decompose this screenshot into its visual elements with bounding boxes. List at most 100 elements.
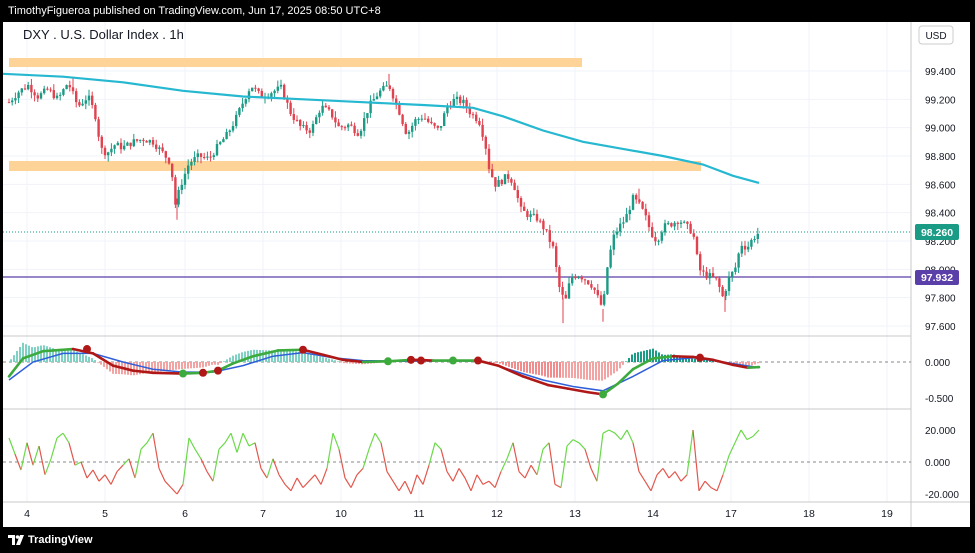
oscillator-segment — [254, 442, 262, 469]
candle-body — [203, 156, 206, 158]
candle-body — [116, 142, 119, 146]
candle-body — [52, 90, 55, 99]
macd-histogram-bar — [643, 350, 645, 362]
candle-body — [87, 95, 91, 101]
oscillator-segment — [512, 442, 520, 472]
time-axis[interactable]: 4 5 6 7 10 11 12 13 14 17 18 19 — [24, 508, 893, 520]
resistance-zone[interactable] — [9, 58, 582, 67]
candle-body — [225, 132, 228, 140]
oscillator-segment — [326, 433, 334, 469]
macd-histogram-bar — [328, 358, 330, 362]
time-tick-label: 13 — [569, 508, 581, 520]
candle-body — [507, 174, 510, 179]
candlestick-series[interactable] — [7, 73, 759, 324]
macd-histogram-bar — [640, 351, 642, 362]
candle-body — [532, 213, 535, 215]
candle-body — [91, 95, 94, 105]
candle-body — [756, 233, 759, 239]
chart-area[interactable]: DXY . U.S. Dollar Index . 1h USD 99.400 9… — [2, 22, 970, 527]
oscillator-segment — [674, 471, 682, 482]
oscillator-segment — [686, 429, 694, 475]
time-tick-label: 6 — [182, 508, 188, 520]
macd-histogram-bar — [73, 350, 75, 362]
candle-body — [619, 223, 622, 232]
candle-body — [439, 126, 443, 128]
oscillator-segment — [104, 474, 112, 485]
chart-svg[interactable]: DXY . U.S. Dollar Index . 1h USD 99.400 9… — [2, 22, 970, 527]
candle-body — [497, 180, 500, 187]
oscillator-segment — [710, 487, 718, 492]
macd-cross-dot — [179, 369, 187, 378]
candle-body — [158, 147, 161, 149]
candle-body — [683, 221, 686, 223]
support-zone[interactable] — [9, 161, 701, 171]
candle-body — [302, 125, 305, 127]
candle-body — [363, 118, 366, 131]
candle-body — [94, 104, 97, 120]
candle-body — [734, 267, 737, 272]
macd-cross-dot — [474, 356, 482, 365]
oscillator-segment — [728, 442, 736, 456]
macd-histogram-bar — [193, 362, 195, 369]
macd-line-segment — [496, 364, 525, 378]
macd-histogram-bar — [628, 357, 630, 362]
candle-body — [343, 127, 347, 129]
candle-body — [20, 88, 23, 93]
candle-body — [359, 130, 363, 136]
candle-body — [622, 222, 625, 224]
macd-histogram-bar — [532, 362, 534, 374]
macd-histogram-bar — [223, 361, 225, 362]
candle-body — [631, 195, 635, 210]
candle-body — [299, 119, 302, 126]
macd-histogram-bar — [202, 362, 204, 368]
candle-body — [219, 142, 222, 145]
candle-body — [471, 114, 475, 116]
oscillator-segment — [248, 442, 256, 447]
oscillator-segment — [638, 471, 646, 482]
time-tick-label: 7 — [260, 508, 266, 520]
price-tick-label: 98.800 — [925, 152, 956, 163]
candle-body — [174, 177, 177, 205]
candle-body — [327, 107, 331, 110]
candle-body — [231, 126, 235, 131]
macd-histogram-bar — [544, 362, 546, 377]
candle-body — [475, 114, 478, 121]
candle-body — [78, 102, 81, 106]
candle-body — [30, 84, 33, 93]
candle-body — [155, 144, 158, 149]
candle-body — [555, 246, 558, 268]
macd-histogram-bar — [508, 362, 510, 367]
price-axis[interactable]: 99.40099.20099.00098.80098.60098.40098.2… — [925, 67, 956, 333]
macd-histogram-bar — [340, 362, 342, 363]
macd-histogram-bar — [346, 362, 348, 364]
oscillator-segment — [590, 468, 598, 482]
macd-histogram-bar — [286, 350, 288, 362]
macd-histogram-bar — [535, 362, 537, 375]
macd-histogram-bar — [595, 362, 597, 381]
oscillator-segment — [218, 442, 226, 450]
macd-histogram-bar — [316, 355, 318, 362]
oscillator-segment — [374, 432, 382, 444]
oscillator-segment — [290, 477, 298, 492]
macd-histogram-bar — [559, 362, 561, 378]
candle-body — [311, 123, 315, 133]
candle-body — [641, 201, 644, 209]
candle-body — [75, 91, 78, 103]
oscillator-segment — [200, 458, 208, 472]
macd-histogram-bar — [619, 362, 621, 369]
macd-histogram-bar — [205, 362, 207, 367]
macd-histogram-bar — [493, 362, 495, 363]
macd-histogram-bar — [58, 350, 60, 362]
price-tick-label: 97.600 — [925, 322, 956, 333]
macd-axis: 0.000 -0.500 — [925, 358, 954, 405]
macd-histogram-bar — [514, 362, 516, 370]
candle-body — [171, 163, 174, 178]
macd-histogram-bar — [625, 361, 627, 363]
candle-body — [513, 182, 516, 191]
candle-body — [347, 124, 350, 128]
macd-cross-dot — [599, 390, 607, 399]
candle-body — [129, 142, 132, 147]
candle-body — [84, 100, 87, 104]
chart-title: DXY . U.S. Dollar Index . 1h — [23, 27, 184, 42]
candle-body — [689, 223, 692, 234]
